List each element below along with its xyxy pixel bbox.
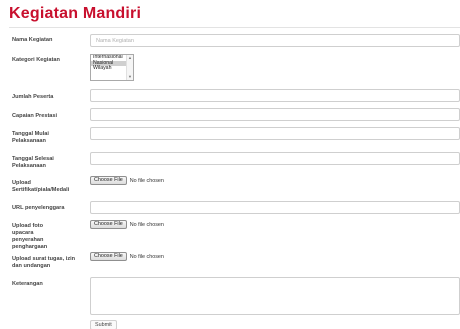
tanggal-selesai-label: Tanggal Selesai Pelaksanaan [12, 156, 54, 169]
url-penyelenggara-input[interactable] [90, 201, 460, 214]
tanggal-selesai-input[interactable] [90, 152, 460, 165]
scroll-up-icon[interactable]: ▲ [128, 56, 132, 60]
upload-foto-field: Choose File No file chosen [90, 220, 164, 229]
upload-foto-status: No file chosen [129, 221, 164, 228]
capaian-prestasi-label: Capaian Prestasi [12, 113, 58, 119]
nama-kegiatan-input[interactable] [90, 34, 460, 47]
upload-foto-choose-file-button[interactable]: Choose File [90, 220, 127, 229]
scroll-down-icon[interactable]: ▼ [128, 75, 132, 79]
nama-kegiatan-label: Nama Kegiatan [12, 37, 53, 43]
upload-surat-status: No file chosen [129, 253, 164, 260]
title-divider [9, 27, 460, 28]
tanggal-mulai-input[interactable] [90, 127, 460, 140]
upload-sertifikat-status: No file chosen [129, 177, 164, 184]
kategori-option-wilayah[interactable]: Wilayah [91, 66, 127, 72]
capaian-prestasi-input[interactable] [90, 108, 460, 121]
upload-surat-choose-file-button[interactable]: Choose File [90, 252, 127, 261]
kategori-kegiatan-listbox[interactable]: Internasional Nasional Wilayah ▲ ▼ [90, 54, 134, 81]
keterangan-label: Keterangan [12, 281, 43, 287]
upload-sertifikat-choose-file-button[interactable]: Choose File [90, 176, 127, 185]
kategori-kegiatan-label: Kategori Kegiatan [12, 57, 60, 63]
keterangan-textarea[interactable] [90, 277, 460, 315]
upload-sertifikat-label: Upload Sertifikat/piala/Medali [12, 180, 70, 193]
upload-foto-label: Upload foto upacara penyerahan pengharga… [12, 223, 48, 250]
url-penyelenggara-label: URL penyelenggara [12, 205, 65, 211]
jumlah-peserta-label: Jumlah Peserta [12, 94, 54, 100]
upload-surat-label: Upload surat tugas, izin dan undangan [12, 256, 76, 269]
tanggal-mulai-label: Tanggal Mulai Pelaksanaan [12, 131, 49, 144]
upload-surat-field: Choose File No file chosen [90, 252, 164, 261]
jumlah-peserta-input[interactable] [90, 89, 460, 102]
listbox-scrollbar[interactable]: ▲ ▼ [126, 55, 133, 80]
upload-sertifikat-field: Choose File No file chosen [90, 176, 164, 185]
page-title: Kegiatan Mandiri [9, 5, 142, 22]
submit-button[interactable]: Submit [90, 320, 117, 329]
